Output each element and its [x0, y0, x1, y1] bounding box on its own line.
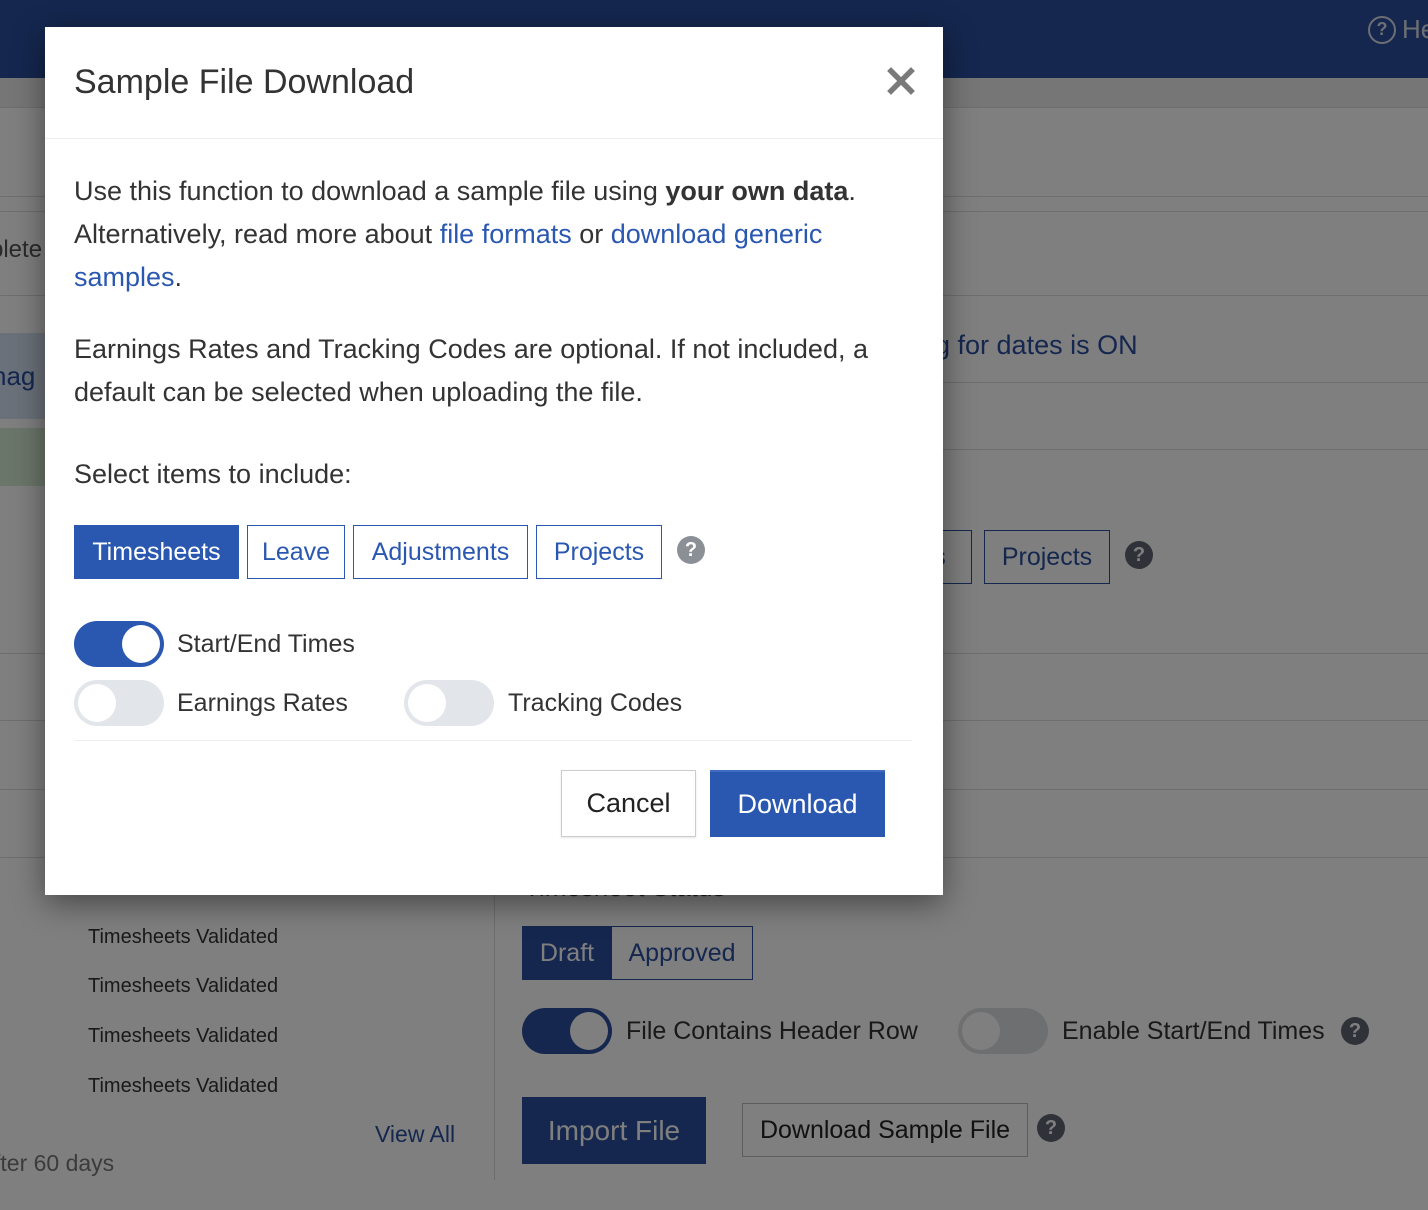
help-icon[interactable]: ?: [677, 536, 705, 564]
chip-label: Timesheets: [92, 537, 221, 566]
toggle-knob: [408, 684, 446, 722]
item-chip-adjustments[interactable]: Adjustments: [353, 525, 528, 579]
chip-label: Leave: [261, 537, 331, 566]
earnings-rates-label: Earnings Rates: [177, 689, 348, 717]
intro-text: Use this function to download a sample f…: [74, 176, 666, 206]
toggle-knob: [78, 684, 116, 722]
modal-header: Sample File Download: [45, 27, 943, 139]
select-items-label: Select items to include:: [74, 459, 352, 489]
start-end-times-toggle[interactable]: [74, 621, 164, 667]
close-button[interactable]: [885, 65, 917, 97]
modal-title: Sample File Download: [74, 63, 415, 101]
item-chip-timesheets[interactable]: Timesheets: [74, 525, 239, 579]
cancel-button[interactable]: Cancel: [561, 770, 696, 837]
intro-bold-text: your own data: [665, 176, 849, 206]
earnings-rates-toggle[interactable]: [74, 680, 164, 726]
optional-note: Earnings Rates and Tracking Codes are op…: [74, 334, 868, 407]
footer-divider: [74, 740, 912, 741]
start-end-times-label: Start/End Times: [177, 630, 355, 658]
intro-text: or: [571, 219, 611, 249]
item-chip-projects[interactable]: Projects: [536, 525, 662, 579]
tracking-codes-label: Tracking Codes: [508, 689, 683, 717]
intro-text: .: [174, 262, 183, 292]
intro-paragraph: Use this function to download a sample f…: [74, 170, 919, 299]
close-icon: [887, 67, 915, 95]
chip-label: Projects: [553, 537, 645, 566]
chip-label: Adjustments: [371, 537, 510, 566]
sample-file-download-modal: Sample File Download Use this function t…: [45, 27, 943, 895]
file-formats-link[interactable]: file formats: [440, 219, 572, 249]
toggle-knob: [122, 625, 160, 663]
tracking-codes-toggle[interactable]: [404, 680, 494, 726]
item-chip-leave[interactable]: Leave: [247, 525, 345, 579]
download-button[interactable]: Download: [710, 770, 885, 837]
